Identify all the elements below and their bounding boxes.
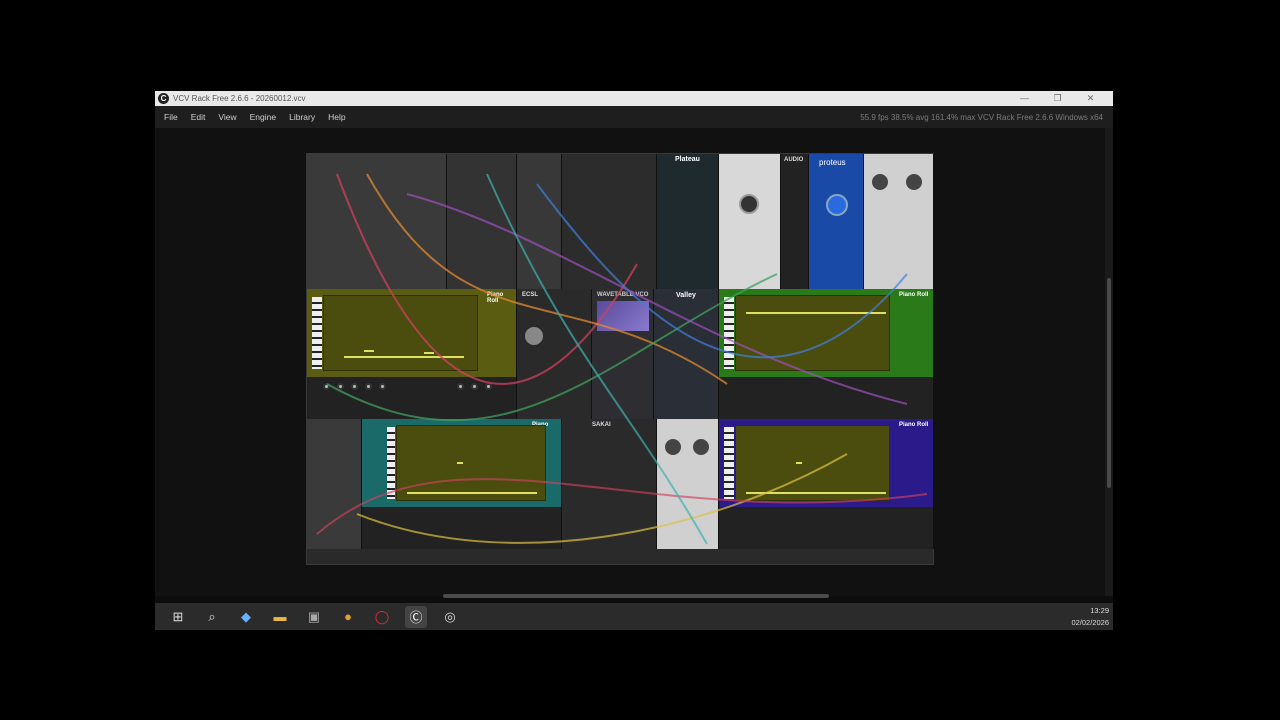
store-icon[interactable]: ▣	[303, 606, 325, 628]
rack-canvas[interactable]: Plateau AUDIO proteus Piano Roll ECSL WA…	[155, 128, 1105, 596]
menu-help[interactable]: Help	[328, 112, 345, 122]
module-rack[interactable]: Plateau AUDIO proteus Piano Roll ECSL WA…	[306, 153, 934, 565]
vcv-rack-alt-icon[interactable]: ◎	[439, 606, 461, 628]
restore-button[interactable]: ❐	[1041, 91, 1074, 106]
windows-taskbar: ⊞ ⌕ ◆ ▬ ▣ ● ◯ Ⓒ ◎ 13:29 02/02/2026	[155, 603, 1113, 630]
menu-engine[interactable]: Engine	[250, 112, 276, 122]
windows-icon[interactable]: ⊞	[167, 606, 189, 628]
clock-time: 13:29	[1090, 606, 1109, 615]
horizontal-scrollbar[interactable]	[155, 592, 1105, 600]
menu-file[interactable]: File	[164, 112, 178, 122]
patch-cables[interactable]	[307, 154, 935, 566]
engine-status: 55.9 fps 38.5% avg 161.4% max VCV Rack F…	[860, 112, 1103, 122]
horizontal-scroll-thumb[interactable]	[443, 594, 829, 598]
menu-library[interactable]: Library	[289, 112, 315, 122]
menu-bar: File Edit View Engine Library Help 55.9 …	[155, 106, 1113, 128]
menu-view[interactable]: View	[218, 112, 236, 122]
clock-date: 02/02/2026	[1071, 618, 1109, 627]
chrome-icon[interactable]: ●	[337, 606, 359, 628]
window-title: VCV Rack Free 2.6.6 - 20260012.vcv	[173, 94, 306, 103]
title-bar[interactable]: C VCV Rack Free 2.6.6 - 20260012.vcv — ❐…	[155, 91, 1113, 106]
minimize-button[interactable]: —	[1008, 91, 1041, 106]
app-window: C VCV Rack Free 2.6.6 - 20260012.vcv — ❐…	[155, 91, 1113, 603]
menu-edit[interactable]: Edit	[191, 112, 206, 122]
vcv-rack-icon[interactable]: Ⓒ	[405, 605, 427, 628]
vertical-scroll-thumb[interactable]	[1107, 278, 1111, 488]
copilot-icon[interactable]: ◆	[235, 606, 257, 628]
opera-icon[interactable]: ◯	[371, 606, 393, 628]
vertical-scrollbar[interactable]	[1105, 128, 1113, 596]
file-explorer-icon[interactable]: ▬	[269, 606, 291, 628]
close-button[interactable]: ✕	[1074, 91, 1107, 106]
vcv-rack-logo-icon: C	[158, 93, 169, 104]
search-icon[interactable]: ⌕	[201, 606, 223, 628]
system-clock[interactable]: 13:29 02/02/2026	[1071, 605, 1109, 629]
